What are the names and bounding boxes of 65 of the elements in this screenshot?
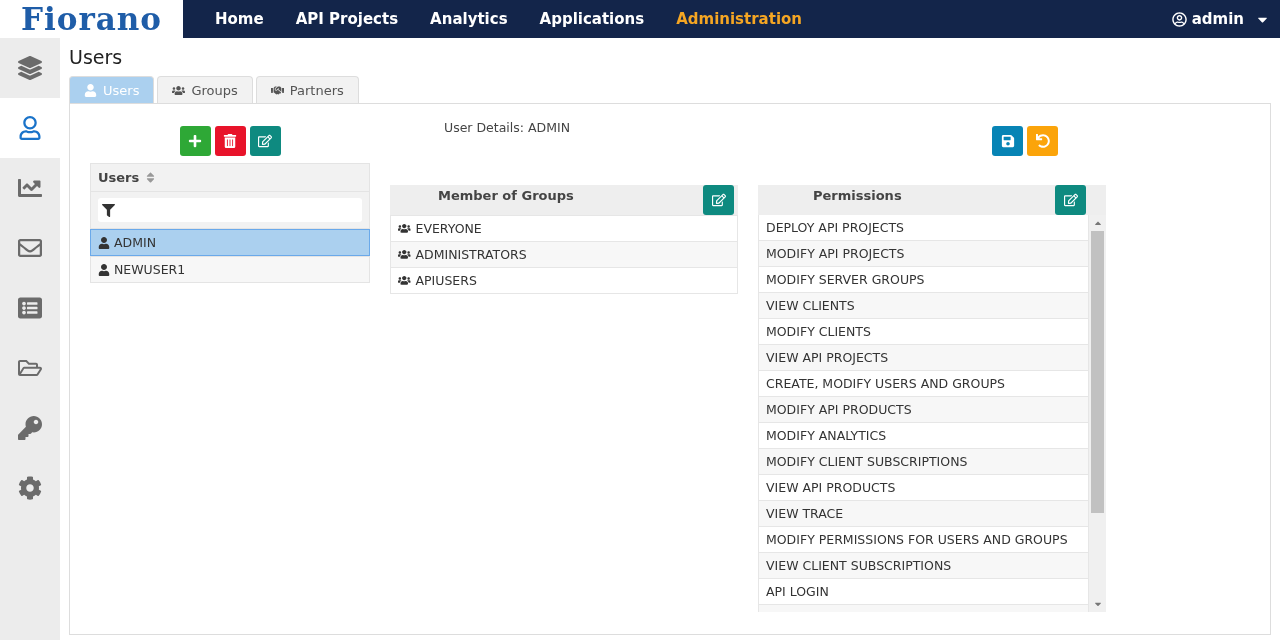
chart-icon: [18, 176, 42, 200]
key-icon: [18, 416, 42, 440]
permission-row[interactable]: MODIFY CLIENT SUBSCRIPTIONS: [758, 449, 1089, 475]
permission-row[interactable]: VIEW CLIENT SUBSCRIPTIONS: [758, 553, 1089, 579]
logo: Fiorano: [0, 0, 183, 38]
group-icon: [172, 83, 186, 97]
save-icon: [1000, 134, 1015, 148]
permission-row[interactable]: VIEW TRACE: [758, 501, 1089, 527]
edit-icon: [1063, 193, 1078, 207]
nav-link[interactable]: Applications: [539, 10, 645, 28]
filter-icon: [102, 203, 115, 217]
permission-row[interactable]: CREATE, MODIFY USERS AND GROUPS: [758, 371, 1089, 397]
scrollbar[interactable]: [1089, 215, 1106, 612]
trash-icon: [223, 134, 237, 148]
add-button[interactable]: [179, 126, 211, 156]
permission-row[interactable]: MODIFY PERMISSIONS FOR USERS AND GROUPS: [758, 527, 1089, 553]
tab[interactable]: Groups: [157, 76, 253, 103]
plus-icon: [188, 134, 202, 148]
column-header: Users: [98, 170, 140, 185]
permission-row[interactable]: MODIFY API PRODUCTS: [758, 397, 1089, 423]
save-button[interactable]: [992, 126, 1023, 156]
edit-icon: [711, 193, 726, 207]
permission-row[interactable]: MODIFY CLIENTS: [758, 319, 1089, 345]
list-icon: [18, 296, 42, 320]
permission-row[interactable]: API LOGIN: [758, 579, 1089, 605]
settings-icon: [18, 476, 42, 500]
permission-row[interactable]: DEPLOY API PROJECTS: [758, 215, 1089, 241]
user-row[interactable]: ADMIN: [90, 229, 370, 256]
sidebar-item[interactable]: [0, 98, 60, 158]
delete-button[interactable]: [214, 126, 246, 156]
nav-link[interactable]: API Projects: [295, 10, 399, 28]
nav-link[interactable]: Home: [215, 10, 264, 28]
edit-icon: [258, 134, 272, 148]
edit-button[interactable]: [703, 185, 734, 215]
group-row[interactable]: EVERYONE: [390, 216, 738, 242]
permission-row[interactable]: MODIFY SERVER GROUPS: [758, 267, 1089, 293]
permission-row[interactable]: VIEW CLIENTS: [758, 293, 1089, 319]
group-icon: [398, 222, 411, 235]
nav-link[interactable]: Analytics: [430, 10, 508, 28]
user-details-label: User Details: ADMIN: [443, 120, 571, 137]
permission-row[interactable]: VIEW API PROJECTS: [758, 345, 1089, 371]
layers-icon: [18, 56, 42, 80]
group-icon: [398, 248, 411, 261]
group-row[interactable]: APIUSERS: [390, 268, 738, 294]
group-row[interactable]: ADMINISTRATORS: [390, 242, 738, 268]
mail-icon: [18, 236, 42, 260]
nav-link[interactable]: Administration: [676, 10, 803, 28]
panel-title: Member of Groups: [437, 187, 575, 203]
filter-field[interactable]: [98, 198, 362, 222]
permission-row[interactable]: MODIFY ANALYTICS: [758, 423, 1089, 449]
user-icon: [84, 83, 97, 97]
edit-button[interactable]: [249, 126, 281, 156]
page-title: Users: [69, 46, 124, 68]
user-menu[interactable]: admin: [1171, 10, 1280, 28]
panel-title: Permissions: [812, 187, 903, 203]
permission-row[interactable]: VIEW API PRODUCTS: [758, 475, 1089, 501]
undo-icon: [1035, 134, 1050, 148]
tab[interactable]: Partners: [255, 76, 359, 103]
group-icon: [398, 274, 411, 287]
user-row[interactable]: NEWUSER1: [90, 256, 370, 283]
user-icon: [98, 236, 110, 249]
edit-button[interactable]: [1055, 185, 1086, 215]
permission-row[interactable]: MODIFY API PROJECTS: [758, 241, 1089, 267]
user-icon: [98, 263, 110, 276]
user-icon: [18, 116, 42, 140]
